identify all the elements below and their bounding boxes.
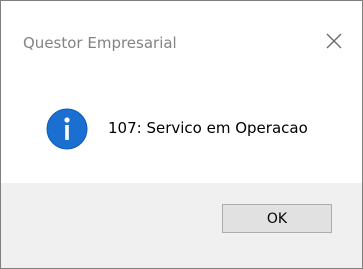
close-icon [326,33,342,49]
dialog-content: 107: Servico em Operacao [1,56,362,183]
dialog-footer: OK [1,183,362,268]
dialog-message: 107: Servico em Operacao [108,119,308,137]
info-icon [46,108,88,150]
title-bar: Questor Empresarial [1,1,362,56]
close-button[interactable] [316,26,352,56]
message-dialog: Questor Empresarial 107: Servico em Oper… [0,0,363,269]
ok-button[interactable]: OK [222,204,332,233]
window-title: Questor Empresarial [23,34,177,52]
